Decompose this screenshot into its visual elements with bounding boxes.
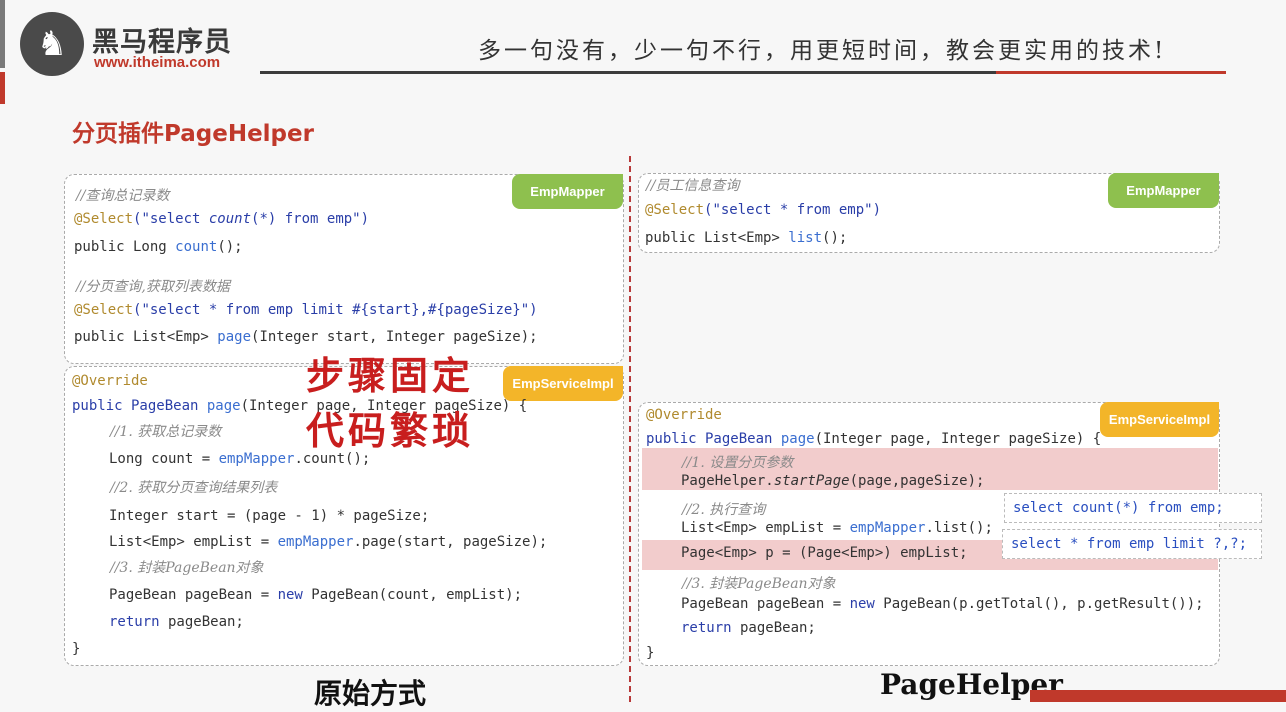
- right-service-comment3: //3. 封装PageBean对象: [682, 576, 836, 592]
- left-service-comment3: //3. 封装PageBean对象: [110, 560, 264, 576]
- right-service-line1: PageHelper.startPage(page,pageSize);: [681, 473, 985, 489]
- left-footer-label: 原始方式: [314, 677, 427, 710]
- right-service-comment1: //1. 设置分页参数: [682, 455, 794, 471]
- left-mapper-comment2: //分页查询,获取列表数据: [76, 279, 230, 295]
- left-service-line4: PageBean pageBean = new PageBean(count, …: [109, 587, 523, 603]
- left-mapper-count-method: public Long count();: [74, 239, 243, 255]
- right-service-override: @Override: [646, 407, 722, 423]
- left-service-line5: return pageBean;: [109, 614, 244, 630]
- right-service-line3: Page<Emp> p = (Page<Emp>) empList;: [681, 545, 968, 561]
- left-mapper-select1: @Select("select count(*) from emp"): [74, 211, 370, 227]
- right-service-comment2: //2. 执行查询: [682, 502, 766, 518]
- left-service-close: }: [72, 641, 81, 657]
- left-service-comment2: //2. 获取分页查询结果列表: [110, 480, 278, 496]
- right-mapper-comment: //员工信息查询: [646, 178, 740, 194]
- right-service-close: }: [646, 645, 655, 661]
- left-accent-bar: [0, 0, 5, 68]
- left-accent-red-bar: [0, 72, 5, 104]
- center-divider: [629, 156, 631, 702]
- slogan: 多一句没有，少一句不行，用更短时间，教会更实用的技术!: [478, 38, 1167, 64]
- sql-limit-callout: select * from emp limit ?,?;: [1002, 529, 1262, 559]
- left-mapper-select2: @Select("select * from emp limit #{start…: [74, 302, 538, 318]
- left-mapper-tag: EmpMapper: [512, 174, 623, 209]
- left-service-line2: Integer start = (page - 1) * pageSize;: [109, 508, 430, 524]
- left-mapper-comment1: //查询总记录数: [76, 188, 170, 204]
- right-service-tag: EmpServiceImpl: [1100, 402, 1219, 437]
- horse-logo-icon: ♞: [20, 12, 84, 76]
- left-mapper-page-method: public List<Emp> page(Integer start, Int…: [74, 329, 538, 345]
- left-service-tag: EmpServiceImpl: [503, 366, 623, 401]
- right-service-line4: PageBean pageBean = new PageBean(p.getTo…: [681, 596, 1204, 612]
- left-service-comment1: //1. 获取总记录数: [110, 424, 222, 440]
- handwritten-note-fixed-steps: 步骤固定: [306, 353, 475, 398]
- right-service-signature: public PageBean page(Integer page, Integ…: [646, 431, 1102, 447]
- footer-red-bar: [1030, 690, 1286, 702]
- right-service-line2: List<Emp> empList = empMapper.list();: [681, 520, 993, 536]
- left-service-override: @Override: [72, 373, 148, 389]
- right-service-line5: return pageBean;: [681, 620, 816, 636]
- right-mapper-tag: EmpMapper: [1108, 173, 1219, 208]
- header-divider-accent: [996, 71, 1226, 74]
- right-mapper-list-method: public List<Emp> list();: [645, 230, 848, 246]
- right-mapper-select: @Select("select * from emp"): [645, 202, 882, 218]
- page-title: 分页插件PageHelper: [72, 121, 314, 147]
- handwritten-note-verbose-code: 代码繁琐: [306, 408, 475, 453]
- logo-url: www.itheima.com: [94, 54, 221, 71]
- sql-count-callout: select count(*) from emp;: [1004, 493, 1262, 523]
- left-service-line3: List<Emp> empList = empMapper.page(start…: [109, 534, 548, 550]
